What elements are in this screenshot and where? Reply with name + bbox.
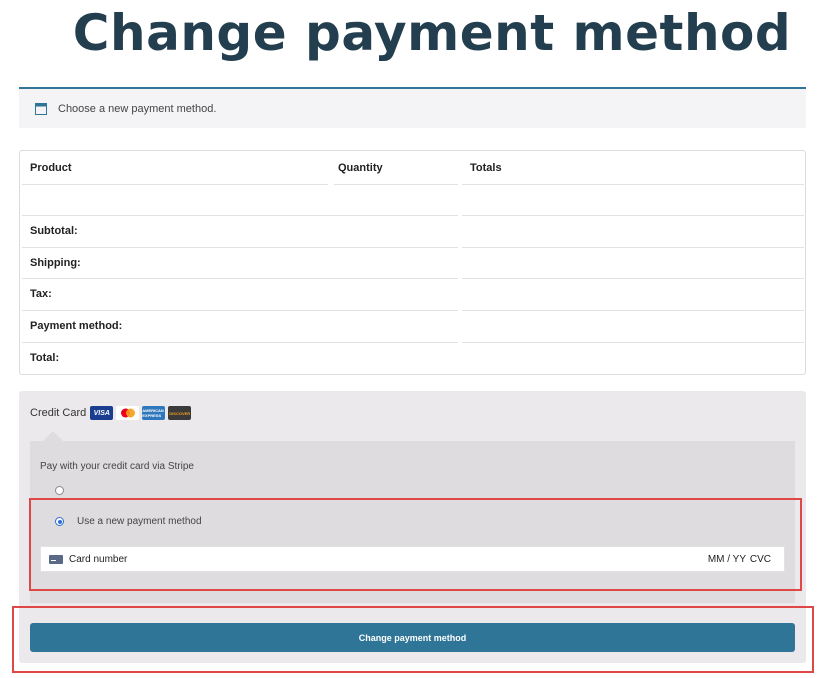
header-totals: Totals [470, 162, 502, 174]
saved-method-radio[interactable] [55, 486, 64, 495]
tax-row: Tax: [20, 278, 805, 310]
total-row: Total: [20, 342, 805, 374]
payment-method-label: Payment method: [30, 320, 123, 332]
tax-label: Tax: [30, 288, 52, 300]
panel-pointer [43, 431, 63, 441]
info-notice: Choose a new payment method. [19, 87, 806, 128]
order-table: Product Quantity Totals Subtotal: Shippi… [19, 150, 806, 375]
header-quantity: Quantity [338, 162, 383, 174]
discover-logo: DISCOVER [168, 406, 192, 420]
notice-text: Choose a new payment method. [58, 102, 217, 115]
subtotal-label: Subtotal: [30, 225, 78, 237]
amex-logo: AMERICAN EXPRESS [142, 406, 166, 420]
mastercard-logo [116, 406, 140, 420]
table-header-row: Product Quantity Totals [20, 152, 805, 184]
page-title: Change payment method [72, 4, 792, 62]
credit-card-option[interactable]: Credit Card VISA AMERICAN EXPRESS DISCOV… [30, 406, 194, 420]
highlight-box [12, 606, 814, 673]
shipping-label: Shipping: [30, 257, 81, 269]
header-product: Product [30, 162, 72, 174]
highlight-box [29, 498, 802, 591]
payment-description: Pay with your credit card via Stripe [40, 461, 194, 472]
subtotal-row: Subtotal: [20, 215, 805, 247]
credit-card-label: Credit Card [30, 407, 87, 419]
table-row [20, 185, 805, 217]
shipping-row: Shipping: [20, 247, 805, 279]
visa-logo: VISA [90, 406, 114, 420]
calendar-icon [35, 102, 47, 115]
payment-method-row: Payment method: [20, 310, 805, 342]
total-label: Total: [30, 352, 60, 364]
